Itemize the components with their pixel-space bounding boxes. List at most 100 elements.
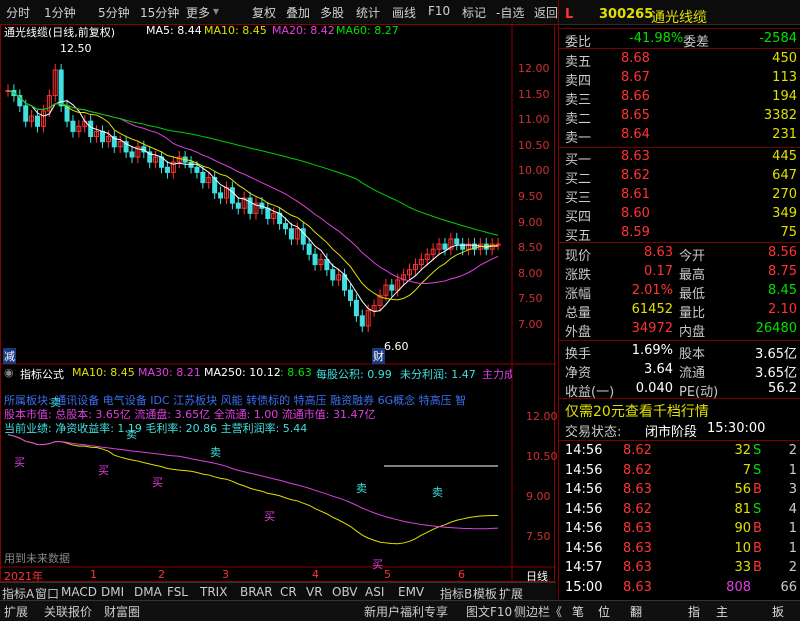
tick-volume: 32	[734, 443, 751, 458]
quote-row: 现价 8.63 今开 8.56	[559, 244, 800, 264]
reduce-mark[interactable]: 减	[3, 348, 16, 364]
tab-8[interactable]: CR	[280, 585, 297, 599]
performance-line: 当前业绩: 净资收益率: 1.19 毛利率: 20.86 主营利润率: 5.44	[4, 422, 308, 435]
period-more-tab[interactable]: 更多	[186, 4, 210, 21]
tick-volume: 808	[726, 579, 751, 595]
expand-button[interactable]: 扩展	[4, 603, 28, 620]
finance-mark[interactable]: 财	[372, 348, 385, 364]
main-icon[interactable]: 主	[716, 603, 728, 620]
stats-button[interactable]: 统计	[356, 4, 380, 21]
quote-label: 内盘	[679, 325, 706, 340]
fuquan-button[interactable]: 复权	[252, 4, 276, 21]
tab-4[interactable]: DMA	[134, 585, 162, 599]
related-quote-button[interactable]: 关联报价	[44, 603, 92, 620]
add-watchlist-button[interactable]: -自选	[496, 4, 524, 21]
chart-canvas[interactable]	[0, 24, 556, 584]
ask-volume: 194	[772, 89, 797, 104]
ask-price: 8.67	[621, 70, 650, 85]
quote-label: 涨跌	[565, 268, 592, 283]
stock-flag: L	[565, 7, 574, 22]
tab-11[interactable]: ASI	[365, 585, 384, 599]
bid-price: 8.60	[621, 206, 650, 221]
pen-icon[interactable]: 笔	[572, 603, 584, 620]
tick-count: 1	[788, 521, 797, 536]
per-share-reserve: 每股公积: 0.99	[316, 368, 392, 381]
tick-volume: 10	[734, 540, 751, 556]
wrench-icon[interactable]: 扳	[772, 603, 784, 620]
status-bar: 扩展 关联报价 财富圈 新用户福利专享 图文F10 侧边栏《 笔 位 翻 指 主…	[0, 600, 800, 621]
chart-area: 通光线缆(日线,前复权) MA5: 8.44 MA10: 8.45 MA20: …	[0, 24, 558, 584]
period-5min-tab[interactable]: 5分钟	[98, 4, 130, 21]
bid-label: 买三	[565, 191, 592, 206]
period-1min-tab[interactable]: 1分钟	[44, 4, 76, 21]
high-price-label: 12.50	[60, 42, 92, 55]
index-icon[interactable]: 指	[688, 603, 700, 620]
tick-direction: S	[753, 501, 762, 517]
buy-signal: 买	[372, 558, 383, 571]
ask-row[interactable]: 卖一 8.64 231	[559, 126, 800, 146]
candle-body	[324, 258, 330, 271]
f10-link[interactable]: 图文F10	[466, 603, 512, 620]
ask-price: 8.65	[621, 108, 650, 123]
bid-row[interactable]: 买三 8.61 270	[559, 186, 800, 206]
ask-volume: 450	[772, 51, 797, 66]
ma5-line	[7, 90, 499, 313]
ma10-line	[7, 90, 499, 301]
tab-3[interactable]: DMI	[101, 585, 124, 599]
ask-row[interactable]: 卖四 8.67 113	[559, 69, 800, 89]
tick-price: 8.63	[623, 560, 652, 575]
bid-row[interactable]: 买五 8.59 75	[559, 224, 800, 244]
back-button[interactable]: 返回	[534, 4, 558, 21]
fund-value: 56.2	[768, 381, 797, 396]
promo-link[interactable]: 新用户福利专享	[364, 603, 448, 620]
chevron-down-icon[interactable]: ▾	[213, 4, 219, 18]
kline-y-tick: 9.50	[518, 190, 543, 203]
candle-body	[265, 207, 271, 219]
ask-row[interactable]: 卖三 8.66 194	[559, 88, 800, 108]
kline-y-tick: 7.00	[518, 318, 543, 331]
indicator-toggle-icon[interactable]: ◉	[4, 366, 14, 379]
trade-time: 15:30:00	[707, 421, 766, 436]
tab-2[interactable]: MACD	[61, 585, 97, 599]
level2-promo[interactable]: 仅需20元查看千档行情	[565, 401, 709, 421]
tick-count: 4	[788, 501, 797, 517]
bid-row[interactable]: 买一 8.63 445	[559, 148, 800, 168]
ask-row[interactable]: 卖五 8.68 450	[559, 50, 800, 70]
bid-label: 买四	[565, 210, 592, 225]
quote-label: 量比	[679, 306, 706, 321]
tab-5[interactable]: FSL	[167, 585, 188, 599]
wealth-circle-button[interactable]: 财富圈	[104, 603, 140, 620]
bid-row[interactable]: 买二 8.62 647	[559, 167, 800, 187]
translate-icon[interactable]: 翻	[630, 603, 642, 620]
sidebar-toggle[interactable]: 侧边栏《	[514, 603, 562, 620]
bid-row[interactable]: 买四 8.60 349	[559, 205, 800, 225]
month-tick: 3	[222, 568, 229, 581]
f10-button[interactable]: F10	[428, 4, 450, 18]
draw-line-button[interactable]: 画线	[392, 4, 416, 21]
tick-volume: 7	[742, 462, 751, 478]
ma10-label: MA10: 8.45	[204, 24, 267, 37]
ask-label: 卖四	[565, 74, 592, 89]
tab-9[interactable]: VR	[306, 585, 323, 599]
tab-6[interactable]: TRIX	[200, 585, 227, 599]
quote-value: 8.56	[768, 245, 797, 260]
tick-row: 14:56 8.62 7 S 1	[559, 462, 800, 481]
period-minute-tab[interactable]: 分时	[6, 4, 30, 21]
bid-price: 8.62	[621, 168, 650, 183]
fund-row: 收益(一) 0.040 PE(动) 56.2	[559, 380, 800, 400]
quote-value: 8.63	[644, 245, 673, 260]
overlay-button[interactable]: 叠加	[286, 4, 310, 21]
bid-volume: 270	[772, 187, 797, 202]
multi-stock-button[interactable]: 多股	[320, 4, 344, 21]
candle-body	[306, 243, 312, 255]
position-icon[interactable]: 位	[598, 603, 610, 620]
tab-10[interactable]: OBV	[332, 585, 358, 599]
tab-12[interactable]: EMV	[398, 585, 424, 599]
ask-row[interactable]: 卖二 8.65 3382	[559, 107, 800, 127]
indicator-title[interactable]: 指标公式	[20, 366, 64, 382]
mark-button[interactable]: 标记	[462, 4, 486, 21]
tick-direction: S	[753, 462, 762, 478]
period-15min-tab[interactable]: 15分钟	[140, 4, 179, 21]
tab-7[interactable]: BRAR	[240, 585, 273, 599]
candle-body	[389, 284, 395, 291]
